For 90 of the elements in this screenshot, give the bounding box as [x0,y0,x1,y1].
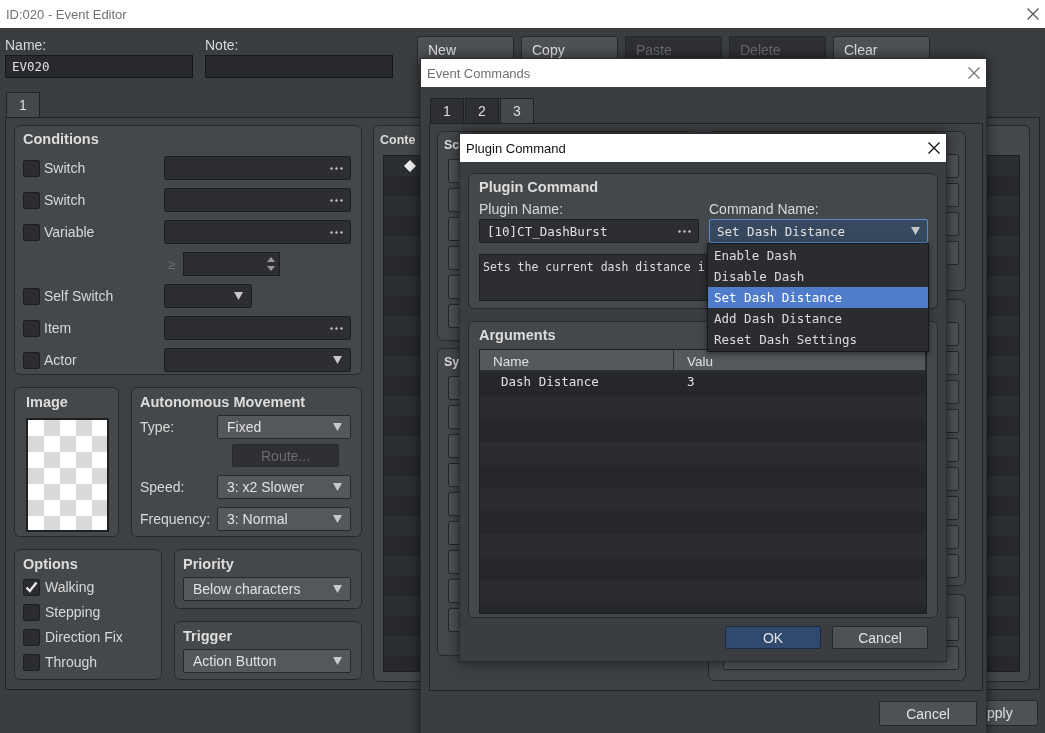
group-title: Sc [444,137,460,154]
caret-icon [333,356,342,364]
condition-label: Actor [44,352,78,368]
window-title: Plugin Command [466,140,566,156]
condition-label: Item [44,320,73,336]
caret-icon [333,515,342,523]
page-tab[interactable]: 3 [500,98,534,123]
window-title: ID:020 - Event Editor [6,6,127,22]
dropdown[interactable]: Action Button [183,648,351,673]
menu-item[interactable]: Set Dash Distance [708,287,928,308]
dropdown[interactable]: Fixed [217,415,351,439]
caret-icon [234,292,243,300]
caret-icon [333,585,342,593]
note-field[interactable] [205,55,393,78]
checkbox[interactable] [23,191,40,209]
field-label: Frequency: [140,511,212,527]
group-title: Options [23,555,78,573]
condition-label: Switch [44,192,87,208]
group-title: Conte [380,132,416,149]
checkbox[interactable] [23,578,40,596]
dropdown[interactable]: 3: x2 Slower [217,475,351,499]
group-title: Arguments [479,326,556,344]
ok-button[interactable]: OK [725,626,821,649]
comparison-sign: ≥ [168,256,176,272]
cancel-button[interactable]: Cancel [879,701,977,726]
checkbox[interactable] [23,603,40,621]
option-label: Direction Fix [45,629,123,645]
picker-field[interactable] [164,156,351,180]
group-title: Trigger [183,626,233,645]
condition-label: Self Switch [44,288,115,304]
dropdown[interactable]: Below characters [183,577,351,601]
group-title: Autonomous Movement [140,393,306,411]
plugin-name-field[interactable]: [10]CT_DashBurst [479,219,699,243]
menu-item[interactable]: Add Dash Distance [708,308,928,329]
dropdown[interactable]: 3: Normal [217,507,351,531]
page-tab[interactable]: 2 [465,98,499,123]
page-tab[interactable]: 1 [6,92,40,117]
field-label: Type: [140,419,176,435]
field-label: Command Name: [709,201,820,217]
group-title: Conditions [23,130,99,148]
condition-label: Variable [44,224,96,240]
name-field[interactable]: EV020 [5,55,193,78]
caret-icon [333,483,342,491]
ellipsis-icon [330,198,343,202]
checkbox[interactable] [23,653,40,671]
checkbox[interactable] [23,319,40,337]
column-header[interactable]: Name [480,350,674,370]
spin-arrows-icon[interactable] [267,256,276,272]
picker-field[interactable] [164,220,351,244]
group-title: Sy [444,354,460,371]
menu-item[interactable]: Disable Dash [708,266,928,287]
option-label: Stepping [45,604,101,620]
dropdown[interactable] [164,348,351,372]
table-cell-text: 3 [686,374,696,389]
page-tab[interactable]: 1 [430,98,464,123]
checkbox[interactable] [23,223,40,241]
condition-label: Switch [44,160,87,176]
close-icon[interactable] [1027,8,1039,20]
diamond-icon [404,160,416,172]
caret-icon [333,656,342,665]
caret-icon [911,227,920,235]
ellipsis-icon [678,229,691,233]
field-label: Speed: [140,479,186,495]
number-field[interactable] [183,252,281,276]
close-icon[interactable] [928,142,940,154]
field-label: Note: [205,37,240,53]
cancel-button[interactable]: Cancel [832,626,928,649]
group-title: Image [26,393,68,411]
group-title: Priority [183,555,234,573]
checkbox[interactable] [23,351,40,369]
ellipsis-icon [330,230,343,234]
option-label: Walking [45,579,95,595]
group-title: Plugin Command [479,178,599,196]
option-label: Through [45,654,98,670]
checkbox[interactable] [23,287,40,305]
caret-icon [333,423,342,431]
table-cell-text: Dash Distance [500,374,600,389]
ellipsis-icon [330,166,343,170]
picker-field[interactable] [164,316,351,340]
command-dropdown[interactable]: Set Dash Distance [709,219,928,243]
field-label: Plugin Name: [479,201,565,217]
field-label: Name: [5,37,48,53]
ellipsis-icon [330,326,343,330]
checkbox[interactable] [23,159,40,177]
image-preview[interactable] [26,418,109,532]
dropdown[interactable] [164,284,252,308]
window-title: Event Commands [427,65,531,81]
checkbox[interactable] [23,628,40,646]
picker-field[interactable] [164,188,351,212]
menu-item[interactable]: Reset Dash Settings [708,329,928,350]
